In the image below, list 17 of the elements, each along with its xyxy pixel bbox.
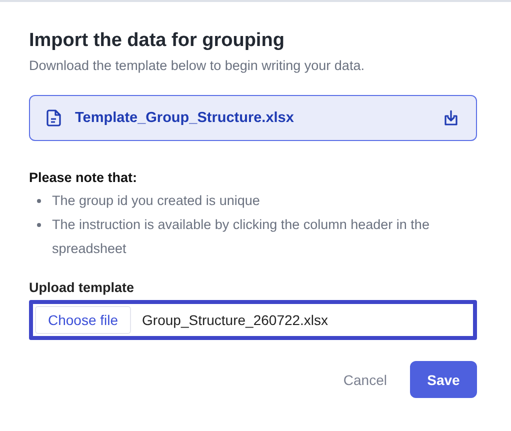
save-button[interactable]: Save <box>410 361 477 398</box>
file-input-field[interactable]: Choose file Group_Structure_260722.xlsx <box>29 300 477 340</box>
cancel-button[interactable]: Cancel <box>343 372 387 388</box>
download-icon[interactable] <box>442 109 460 127</box>
document-icon <box>46 109 62 127</box>
upload-label: Upload template <box>29 280 136 295</box>
bullet-icon <box>37 223 41 227</box>
template-download-link[interactable]: Template_Group_Structure.xlsx <box>29 95 477 141</box>
notes-heading: Please note that: <box>29 170 138 185</box>
dialog-subtitle: Download the template below to begin writing your data. <box>29 58 366 73</box>
dialog-title: Import the data for grouping <box>29 30 286 52</box>
template-file-name: Template_Group_Structure.xlsx <box>75 110 295 126</box>
note-text: The instruction is available by clicking the column header in the spreadsheet <box>52 216 430 258</box>
selected-file-name: Group_Structure_260722.xlsx <box>142 312 328 328</box>
choose-file-button[interactable]: Choose file <box>35 306 132 334</box>
note-text: The group id you created is unique <box>52 192 260 210</box>
bullet-icon <box>37 199 41 203</box>
